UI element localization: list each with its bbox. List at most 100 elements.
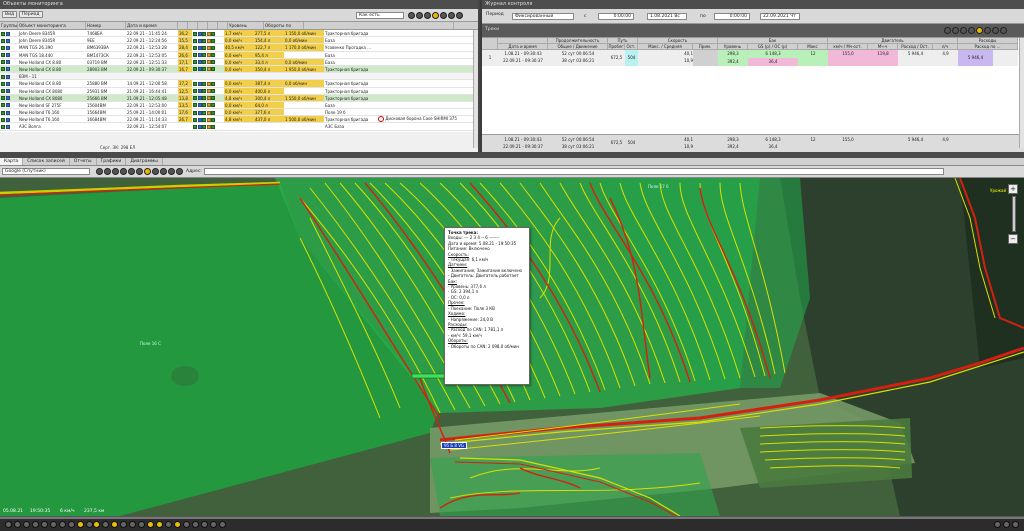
prev-icon[interactable] <box>5 521 12 528</box>
rewind-icon[interactable] <box>59 521 66 528</box>
journal-scrollbar[interactable] <box>1019 38 1024 148</box>
table-row[interactable]: New Holland CX 8080 25666 ВМ 21.09.21 - 12… <box>0 94 478 102</box>
table-row[interactable]: New Holland CX 8.80 25880 ВМ 14.09.21 - 12… <box>0 80 478 88</box>
map-tool-icon-5[interactable] <box>128 168 135 175</box>
map-tool-icon-7[interactable] <box>144 168 151 175</box>
objects-scrollbar[interactable] <box>473 30 478 148</box>
checkbox-icon[interactable] <box>1 74 5 79</box>
next-icon[interactable] <box>41 521 48 528</box>
objects-col-8[interactable] <box>218 22 228 29</box>
objects-col-7[interactable] <box>208 22 218 29</box>
checkbox-icon[interactable] <box>1 45 5 50</box>
checkbox-icon[interactable] <box>1 124 5 129</box>
tab-reports[interactable]: Отчеты <box>70 158 97 165</box>
playback-progress[interactable] <box>0 517 1024 519</box>
row-expand-icon[interactable] <box>0 116 18 122</box>
period-menu[interactable]: Период <box>18 11 43 18</box>
checkbox-icon[interactable] <box>1 31 5 36</box>
objects-col-4[interactable] <box>178 22 188 29</box>
checkbox-icon[interactable] <box>1 81 5 86</box>
row-expand-icon[interactable] <box>0 80 18 86</box>
flag-icon[interactable] <box>156 521 163 528</box>
table-row[interactable]: John Deere 8345R 7468ЕА 22.09.21 - 11:45:2… <box>0 30 478 38</box>
fuel-icon[interactable] <box>183 521 190 528</box>
table-row[interactable]: АЗС Волга 22.09.21 - 12:54:07 АЗС База <box>0 123 478 131</box>
window-icon[interactable] <box>1003 521 1010 528</box>
journal-icon-6[interactable] <box>984 27 991 34</box>
checkbox-icon[interactable] <box>1 60 5 65</box>
stop-icon[interactable] <box>32 521 39 528</box>
time-to-input[interactable]: 0:00:00 <box>714 13 750 20</box>
row-expand-icon[interactable] <box>0 59 18 65</box>
objects-col-9[interactable]: Уровень <box>228 22 264 29</box>
map-tool-icon-8[interactable] <box>152 168 159 175</box>
table-row[interactable]: John Deere 8345R 9ЕЕ 22.09.21 - 12:24:56 15… <box>0 37 478 45</box>
table-row[interactable]: New Holland CX 8.80 03719 ВМ 22.09.21 - 12… <box>0 58 478 66</box>
row-expand-icon[interactable] <box>0 66 18 72</box>
tab-records[interactable]: Список записей <box>23 158 70 165</box>
time-from-input[interactable]: 0:00:00 <box>598 13 634 20</box>
zoom-slider[interactable] <box>1012 196 1016 232</box>
journal-icon-3[interactable] <box>960 27 967 34</box>
table-row[interactable]: АЗС Тракторная... 22.09.21 - 12:58:27 АЗС … <box>0 130 478 132</box>
play-track-icon[interactable] <box>93 521 100 528</box>
tab-graphs[interactable]: Графики <box>97 158 127 165</box>
pin-icon[interactable] <box>147 521 154 528</box>
marker-icon[interactable] <box>111 521 118 528</box>
checkbox-icon[interactable] <box>1 67 5 72</box>
journal-icon-7[interactable] <box>992 27 999 34</box>
camera-icon[interactable] <box>120 521 127 528</box>
table-row[interactable]: New Holland SF 275F 15604ВМ 22.09.21 - 12:… <box>0 101 478 110</box>
row-expand-icon[interactable] <box>0 52 18 58</box>
map-view[interactable]: Поле 16 С Поле 17 б Урожай 17 Точка трек… <box>0 178 1024 516</box>
journal-icon-5[interactable] <box>976 27 983 34</box>
map-tool-icon-10[interactable] <box>168 168 175 175</box>
map-tool-icon-4[interactable] <box>120 168 127 175</box>
toolbar-round-icon-4[interactable] <box>432 12 439 19</box>
settings-icon[interactable] <box>994 521 1001 528</box>
chart-icon[interactable] <box>192 521 199 528</box>
journal-icon-8[interactable] <box>1000 27 1007 34</box>
objects-col-3[interactable]: Дата и время <box>126 22 178 29</box>
row-expand-icon[interactable] <box>0 95 18 101</box>
zoom-in-button[interactable]: + <box>1008 184 1018 194</box>
follow-icon[interactable] <box>77 521 84 528</box>
layer-icon[interactable] <box>129 521 136 528</box>
tab-diagrams[interactable]: Диаграммы <box>126 158 163 165</box>
objects-col-10[interactable]: Обороты по <box>264 22 304 29</box>
objects-col-2[interactable]: Номер <box>86 22 126 29</box>
row-expand-icon[interactable] <box>0 123 18 129</box>
filter-select[interactable]: Как есть <box>356 12 404 19</box>
table-row[interactable]: ВЗМ - 11 <box>0 73 478 81</box>
sensor-icon[interactable] <box>201 521 208 528</box>
journal-icon-2[interactable] <box>952 27 959 34</box>
map-tool-icon-1[interactable] <box>96 168 103 175</box>
tab-map[interactable]: Карта <box>0 158 24 165</box>
checkbox-icon[interactable] <box>1 103 5 108</box>
toolbar-round-icon-1[interactable] <box>408 12 415 19</box>
row-expand-icon[interactable] <box>0 131 18 132</box>
table-row[interactable]: New Holland CX 8.80 28903 ВМ 22.09.21 - 09… <box>0 65 478 74</box>
pause-icon[interactable] <box>23 521 30 528</box>
row-expand-icon[interactable] <box>0 73 18 79</box>
checkbox-icon[interactable] <box>1 38 5 43</box>
toolbar-round-icon-2[interactable] <box>416 12 423 19</box>
objects-col-0[interactable]: Группы <box>0 22 18 29</box>
row-expand-icon[interactable] <box>0 102 18 108</box>
map-provider-select[interactable]: Google (Спутник) <box>2 168 90 175</box>
table-row[interactable]: MAN TGS 18.440 ВМ1473СК 22.09.21 - 12:53:0… <box>0 51 478 59</box>
objects-col-1[interactable]: Объект мониторинга <box>18 22 86 29</box>
play-icon[interactable] <box>14 521 21 528</box>
date-from-input[interactable]: 1.08.2021 Вс <box>647 13 687 20</box>
toolbar-round-icon-6[interactable] <box>448 12 455 19</box>
grid-icon[interactable] <box>165 521 172 528</box>
checkbox-icon[interactable] <box>1 89 5 93</box>
fast-forward-icon[interactable] <box>50 521 57 528</box>
ruler-icon[interactable] <box>138 521 145 528</box>
period-select[interactable]: Фиксированный <box>512 13 574 20</box>
objects-col-6[interactable] <box>198 22 208 29</box>
loop-icon[interactable] <box>102 521 109 528</box>
map-tool-icon-2[interactable] <box>104 168 111 175</box>
address-input[interactable] <box>204 168 944 175</box>
objects-col-5[interactable] <box>188 22 198 29</box>
